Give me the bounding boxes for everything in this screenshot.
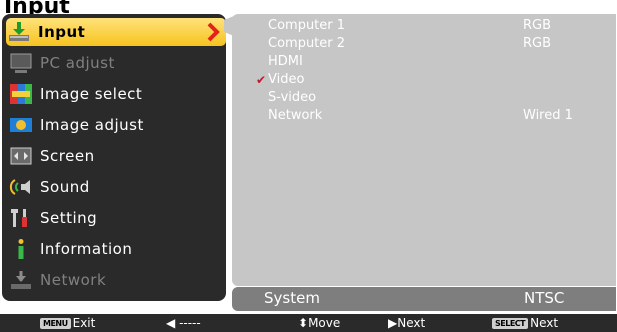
menu-item-label: Image adjust [40,116,144,134]
input-option-value: RGB [523,18,552,33]
input-option-s-video[interactable]: S-video [268,89,316,107]
information-icon [8,237,34,261]
menu-item-label: Input [38,23,86,41]
menu-item-information[interactable]: Information [8,235,223,263]
move-hint: ⬍Move [298,316,341,330]
input-option-video[interactable]: Video [268,71,304,89]
sound-icon [8,175,34,199]
menu-item-setting[interactable]: Setting [8,204,223,232]
menu-item-label: Sound [40,178,90,196]
pc-adjust-icon [8,51,34,75]
setting-icon [8,206,34,230]
input-option-network[interactable]: Network [268,107,322,125]
next-hint: ▶Next [388,316,426,330]
system-value: NTSC [524,289,565,307]
menu-item-pc-adjust[interactable]: PC adjust [8,49,223,77]
input-icon [6,20,32,44]
menu-item-network[interactable]: Network [8,266,223,294]
input-option-value: Wired 1 [523,108,573,123]
network-icon [8,268,34,292]
menu-item-label: Image select [40,85,143,103]
menu-item-label: Screen [40,147,95,165]
menu-item-label: PC adjust [40,54,115,72]
exit-hint: MENU Exit [40,316,95,330]
menu-item-label: Setting [40,209,98,227]
checkmark-icon: ✔ [256,73,267,87]
menu-item-label: Network [40,271,107,289]
back-hint: ◀ ----- [166,316,201,330]
input-option-value: RGB [523,36,552,51]
up-down-arrow-icon: ⬍ [298,316,309,330]
main-menu: Input PC adjust Image select Image adjus… [2,14,226,301]
right-arrow-icon: ▶ [388,316,398,330]
menu-item-sound[interactable]: Sound [8,173,223,201]
left-arrow-icon: ◀ [166,316,176,330]
image-select-icon [8,82,34,106]
select-key-icon: SELECT [492,318,529,329]
screen-icon [8,144,34,168]
status-bar: MENU Exit ◀ ----- ⬍Move ▶Next SELECT Next [0,314,617,332]
menu-item-label: Information [40,240,133,258]
menu-item-image-adjust[interactable]: Image adjust [8,111,223,139]
menu-item-image-select[interactable]: Image select [8,80,223,108]
menu-item-input[interactable]: Input [6,18,226,46]
select-hint: SELECT Next [492,316,558,330]
input-option-hdmi[interactable]: HDMI [268,53,303,71]
menu-item-screen[interactable]: Screen [8,142,223,170]
menu-key-icon: MENU [40,318,71,329]
image-adjust-icon [8,113,34,137]
system-row[interactable]: System NTSC [232,287,616,311]
input-option-computer-2[interactable]: Computer 2 [268,35,345,53]
input-option-computer-1[interactable]: Computer 1 [268,17,345,35]
chevron-right-icon [207,22,220,42]
system-label: System [264,289,320,307]
